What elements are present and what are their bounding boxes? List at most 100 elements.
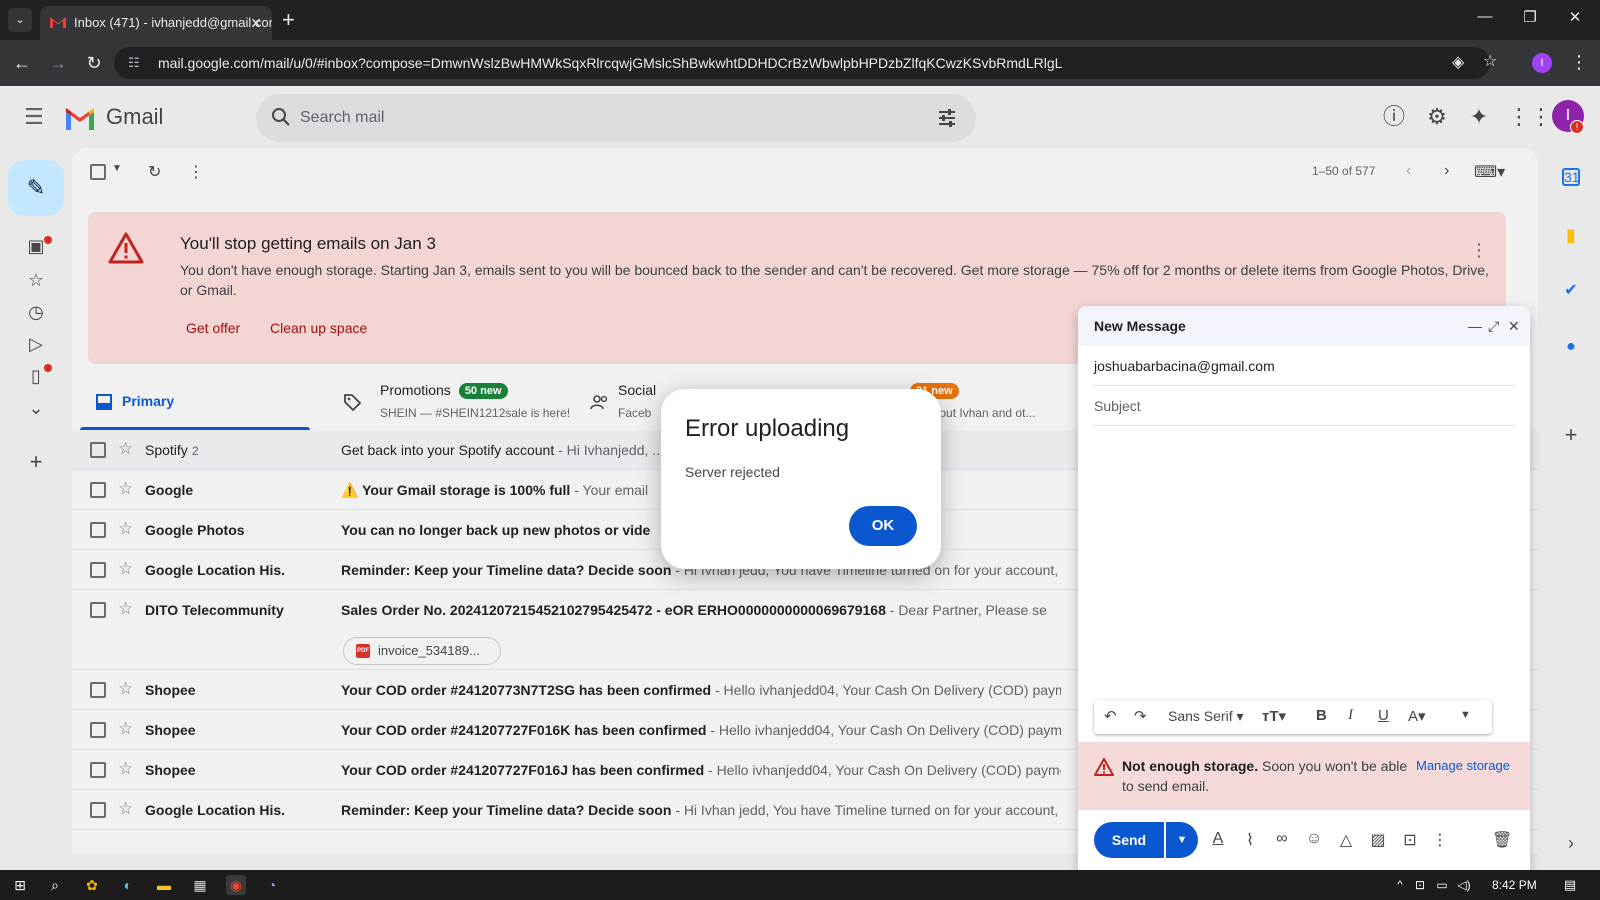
reload-icon[interactable]: ↻ xyxy=(82,52,106,74)
file-explorer-icon[interactable]: ▬ xyxy=(154,875,174,895)
clean-up-space-link[interactable]: Clean up space xyxy=(270,320,367,336)
ok-button[interactable]: OK xyxy=(849,506,917,546)
star-icon[interactable]: ☆ xyxy=(118,679,133,699)
support-icon[interactable]: ⓘ xyxy=(1381,104,1407,130)
select-menu-chevron-icon[interactable]: ▼ xyxy=(112,163,122,174)
tab-primary[interactable]: Primary xyxy=(80,374,310,430)
minimize-icon[interactable]: — xyxy=(1468,306,1482,346)
settings-gear-icon[interactable]: ⚙ xyxy=(1424,104,1450,130)
gemini-sparkle-icon[interactable]: ✦ xyxy=(1466,104,1492,130)
close-compose-icon[interactable]: ✕ xyxy=(1508,306,1520,346)
row-checkbox[interactable] xyxy=(90,442,106,458)
browser-profile-avatar[interactable]: I xyxy=(1532,53,1552,73)
contacts-icon[interactable]: ● xyxy=(1560,336,1582,358)
sent-icon[interactable]: ▷ xyxy=(22,330,50,358)
tasks-icon[interactable]: ✔ xyxy=(1560,280,1582,302)
row-checkbox[interactable] xyxy=(90,682,106,698)
messenger-icon[interactable]: ◔ xyxy=(262,875,282,895)
insert-photo-icon[interactable]: ▨ xyxy=(1368,830,1388,850)
star-icon[interactable]: ☆ xyxy=(118,439,133,459)
star-icon[interactable]: ☆ xyxy=(118,519,133,539)
tab-promotions[interactable]: Promotions 50 new SHEIN — #SHEIN1212sale … xyxy=(328,374,570,430)
show-side-panel-chevron-icon[interactable]: › xyxy=(1560,832,1582,854)
taskbar-search-icon[interactable]: ⌕ xyxy=(45,875,65,895)
manage-storage-link[interactable]: Manage storage xyxy=(1416,758,1510,773)
search-options-icon[interactable] xyxy=(936,107,958,129)
font-select[interactable]: Sans Serif ▾ xyxy=(1168,708,1244,725)
more-compose-options-icon[interactable]: ⋮ xyxy=(1430,830,1450,850)
redo-icon[interactable]: ↷ xyxy=(1134,707,1147,725)
star-icon[interactable]: ☆ xyxy=(118,799,133,819)
microsoft-store-icon[interactable]: ▦ xyxy=(190,875,210,895)
back-icon[interactable]: ← xyxy=(10,52,34,74)
get-addons-plus-icon[interactable]: + xyxy=(1560,424,1582,446)
recipient-chip[interactable]: joshuabarbacina@gmail.com xyxy=(1094,358,1275,374)
calendar-icon[interactable]: 31 xyxy=(1562,168,1580,186)
fullscreen-icon[interactable]: ⤢ xyxy=(1488,306,1499,346)
row-checkbox[interactable] xyxy=(90,562,106,578)
recipients-field[interactable]: joshuabarbacina@gmail.com xyxy=(1094,346,1514,386)
volume-icon[interactable]: ◁) xyxy=(1454,875,1474,895)
copilot-icon[interactable]: ✿ xyxy=(82,875,102,895)
browser-menu-icon[interactable]: ⋮ xyxy=(1570,52,1588,73)
star-icon[interactable]: ☆ xyxy=(118,479,133,499)
search-input[interactable] xyxy=(300,94,900,142)
underline-icon[interactable]: U xyxy=(1378,707,1389,724)
minimize-window-icon[interactable]: — xyxy=(1470,8,1500,25)
more-chevron-down-icon[interactable]: ⌄ xyxy=(22,394,50,422)
insert-link-icon[interactable]: ∞ xyxy=(1272,830,1292,848)
row-checkbox[interactable] xyxy=(90,722,106,738)
bookmark-star-icon[interactable]: ☆ xyxy=(1483,51,1497,71)
tracking-icon[interactable]: ◈ xyxy=(1452,52,1464,72)
more-formatting-chevron-icon[interactable]: ▼ xyxy=(1460,709,1471,721)
starred-icon[interactable]: ☆ xyxy=(22,266,50,294)
older-chevron-right-icon[interactable]: › xyxy=(1444,162,1449,180)
row-checkbox[interactable] xyxy=(90,482,106,498)
tray-network-icon[interactable]: ⊡ xyxy=(1410,875,1430,895)
compose-button[interactable]: ✎ xyxy=(8,160,64,216)
subject-input[interactable] xyxy=(1094,387,1514,425)
more-options-icon[interactable]: ⋮ xyxy=(188,162,204,182)
select-all-checkbox[interactable] xyxy=(90,164,106,185)
emoji-icon[interactable]: ☺ xyxy=(1304,830,1324,848)
row-checkbox[interactable] xyxy=(90,602,106,618)
search-icon[interactable] xyxy=(270,106,292,128)
site-info-icon[interactable]: ☷ xyxy=(128,47,140,79)
main-menu-icon[interactable]: ☰ xyxy=(24,106,44,128)
send-options-chevron-icon[interactable]: ▼ xyxy=(1166,822,1198,858)
drive-icon[interactable]: △ xyxy=(1336,830,1356,850)
google-apps-grid-icon[interactable]: ⋮⋮ xyxy=(1508,104,1552,130)
confidential-lock-icon[interactable]: ⊡ xyxy=(1400,830,1420,850)
notifications-icon[interactable]: ▤ xyxy=(1560,875,1580,895)
gmail-logo-icon[interactable] xyxy=(64,106,96,130)
battery-icon[interactable]: ▭ xyxy=(1432,875,1452,895)
banner-more-icon[interactable]: ⋮ xyxy=(1470,240,1488,261)
bold-icon[interactable]: B xyxy=(1316,707,1327,724)
edge-browser-icon[interactable]: ◐ xyxy=(118,875,138,895)
tab-close-icon[interactable]: ✕ xyxy=(250,6,262,40)
get-offer-link[interactable]: Get offer xyxy=(186,320,240,336)
star-icon[interactable]: ☆ xyxy=(118,719,133,739)
font-size-icon[interactable]: тT▾ xyxy=(1262,707,1286,725)
new-tab-button[interactable]: + xyxy=(282,7,295,33)
create-label-plus-icon[interactable]: + xyxy=(22,448,50,476)
compose-header[interactable]: New Message — ⤢ ✕ xyxy=(1078,306,1530,346)
newer-chevron-left-icon[interactable]: ‹ xyxy=(1406,162,1411,180)
star-icon[interactable]: ☆ xyxy=(118,559,133,579)
row-checkbox[interactable] xyxy=(90,802,106,818)
attachment-chip[interactable]: PDF invoice_534189... xyxy=(343,637,501,665)
star-icon[interactable]: ☆ xyxy=(118,759,133,779)
chrome-icon[interactable]: ◉ xyxy=(226,875,246,895)
refresh-icon[interactable]: ↻ xyxy=(148,162,161,182)
browser-tab-gmail[interactable]: Inbox (471) - ivhanjedd@gmail.com ✕ xyxy=(40,6,272,40)
send-button[interactable]: Send xyxy=(1094,822,1164,858)
address-bar[interactable]: ☷ mail.google.com/mail/u/0/#inbox?compos… xyxy=(114,47,1490,79)
italic-icon[interactable]: I xyxy=(1348,707,1353,724)
windows-start-icon[interactable]: ⊞ xyxy=(10,875,30,895)
tab-search-button[interactable]: ⌄ xyxy=(8,8,32,32)
text-color-icon[interactable]: A▾ xyxy=(1408,707,1426,725)
tray-chevron-up-icon[interactable]: ^ xyxy=(1390,875,1410,895)
discard-trash-icon[interactable]: 🗑 xyxy=(1492,830,1512,850)
row-checkbox[interactable] xyxy=(90,522,106,538)
keep-icon[interactable]: ▮ xyxy=(1560,224,1582,246)
